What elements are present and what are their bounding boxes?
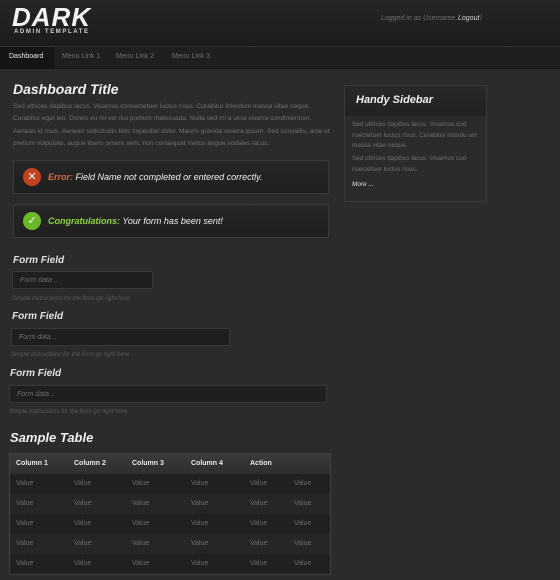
table-cell: Value xyxy=(16,520,34,527)
table-cell: Value xyxy=(74,480,92,487)
table-row: Value Value Value Value Value Value xyxy=(10,534,330,554)
intro-text: Sed ultrices dapibus lacus. Vivamus cons… xyxy=(13,103,330,148)
table-cell: Value xyxy=(250,520,268,527)
page-title: Dashboard Title xyxy=(13,81,119,97)
sidebar-header: Handy Sidebar xyxy=(345,86,486,116)
table-cell: Value xyxy=(294,500,312,507)
error-body: Field Name not completed or entered corr… xyxy=(75,172,263,182)
logout-separator: / xyxy=(480,15,482,22)
sample-table: Column 1 Column 2 Column 3 Column 4 Acti… xyxy=(9,453,331,575)
nav-menu-link-2[interactable]: Menu Link 2 xyxy=(116,53,154,60)
table-cell: Value xyxy=(74,560,92,567)
table-row: Value Value Value Value Value Value xyxy=(10,494,330,514)
table-cell: Value xyxy=(132,540,150,547)
table-cell: Value xyxy=(250,500,268,507)
success-body: Your form has been sent! xyxy=(122,216,223,226)
table-cell: Value xyxy=(191,500,209,507)
column-header-4[interactable]: Column 4 xyxy=(191,460,223,467)
table-cell: Value xyxy=(74,500,92,507)
sidebar-paragraph-1: Sed ultrices dapibus lacus. Vivamus cod … xyxy=(352,121,478,149)
table-cell: Value xyxy=(191,540,209,547)
table-cell: Value xyxy=(132,480,150,487)
logged-in-text: Logged in as Username, xyxy=(381,15,458,22)
table-cell: Value xyxy=(250,560,268,567)
form-field-hint-2: Simple instructions for the form go righ… xyxy=(11,352,130,358)
main-nav: Dashboard Menu Link 1 Menu Link 2 Menu L… xyxy=(0,46,560,69)
table-cell: Value xyxy=(191,520,209,527)
table-cell: Value xyxy=(74,520,92,527)
success-message-text: Congratulations: Your form has been sent… xyxy=(48,216,223,226)
table-row: Value Value Value Value Value Value xyxy=(10,554,330,574)
table-cell: Value xyxy=(191,560,209,567)
table-cell: Value xyxy=(16,540,34,547)
success-label: Congratulations: xyxy=(48,216,120,226)
column-header-3[interactable]: Column 3 xyxy=(132,460,164,467)
table-cell: Value xyxy=(250,480,268,487)
table-cell: Value xyxy=(294,480,312,487)
table-row: Value Value Value Value Value Value xyxy=(10,514,330,534)
form-field-input-1[interactable]: Form data .. xyxy=(12,271,153,289)
table-row: Value Value Value Value Value Value xyxy=(10,474,330,494)
logout-link[interactable]: Logout xyxy=(458,15,479,22)
sidebar-paragraph-2: Sed ultrices dapibus lacus. Vivamus cod … xyxy=(352,155,467,173)
table-cell: Value xyxy=(191,480,209,487)
column-header-1[interactable]: Column 1 xyxy=(16,460,48,467)
table-cell: Value xyxy=(16,480,34,487)
table-cell: Value xyxy=(16,500,34,507)
logo-subtitle: ADMIN TEMPLATE xyxy=(14,29,90,35)
error-label: Error: xyxy=(48,172,74,182)
nav-menu-link-1[interactable]: Menu Link 1 xyxy=(62,53,100,60)
column-header-2[interactable]: Column 2 xyxy=(74,460,106,467)
error-icon: ✕ xyxy=(23,168,41,186)
form-field-label-1: Form Field xyxy=(13,255,65,266)
sidebar: Handy Sidebar Sed ultrices dapibus lacus… xyxy=(344,85,487,202)
error-message-text: Error: Field Name not completed or enter… xyxy=(48,172,262,182)
form-field-label-3: Form Field xyxy=(10,368,62,379)
header: DARK ADMIN TEMPLATE Logged in as Usernam… xyxy=(0,0,560,46)
table-cell: Value xyxy=(132,500,150,507)
table-cell: Value xyxy=(250,540,268,547)
sidebar-title: Handy Sidebar xyxy=(356,94,434,106)
form-field-input-2[interactable]: Form data .. xyxy=(11,328,230,346)
sidebar-more-link[interactable]: More ... xyxy=(352,181,374,188)
nav-dashboard[interactable]: Dashboard xyxy=(9,53,43,60)
table-cell: Value xyxy=(294,520,312,527)
table-cell: Value xyxy=(132,560,150,567)
table-cell: Value xyxy=(294,540,312,547)
nav-menu-link-3[interactable]: Menu Link 3 xyxy=(172,53,210,60)
column-header-action: Action xyxy=(250,460,272,467)
form-field-hint-3: Simple instructions for the form go righ… xyxy=(9,409,128,415)
table-cell: Value xyxy=(74,540,92,547)
success-message: ✓ Congratulations: Your form has been se… xyxy=(13,204,329,238)
table-cell: Value xyxy=(294,560,312,567)
table-cell: Value xyxy=(132,520,150,527)
form-field-input-3[interactable]: Form data .. xyxy=(9,385,327,403)
checkmark-icon: ✓ xyxy=(23,212,41,230)
table-title: Sample Table xyxy=(10,430,94,445)
form-field-label-2: Form Field xyxy=(12,311,64,322)
error-message: ✕ Error: Field Name not completed or ent… xyxy=(13,160,329,194)
table-cell: Value xyxy=(16,560,34,567)
form-field-hint-1: Simple instructions for the form go righ… xyxy=(12,296,131,302)
table-header: Column 1 Column 2 Column 3 Column 4 Acti… xyxy=(10,454,330,474)
